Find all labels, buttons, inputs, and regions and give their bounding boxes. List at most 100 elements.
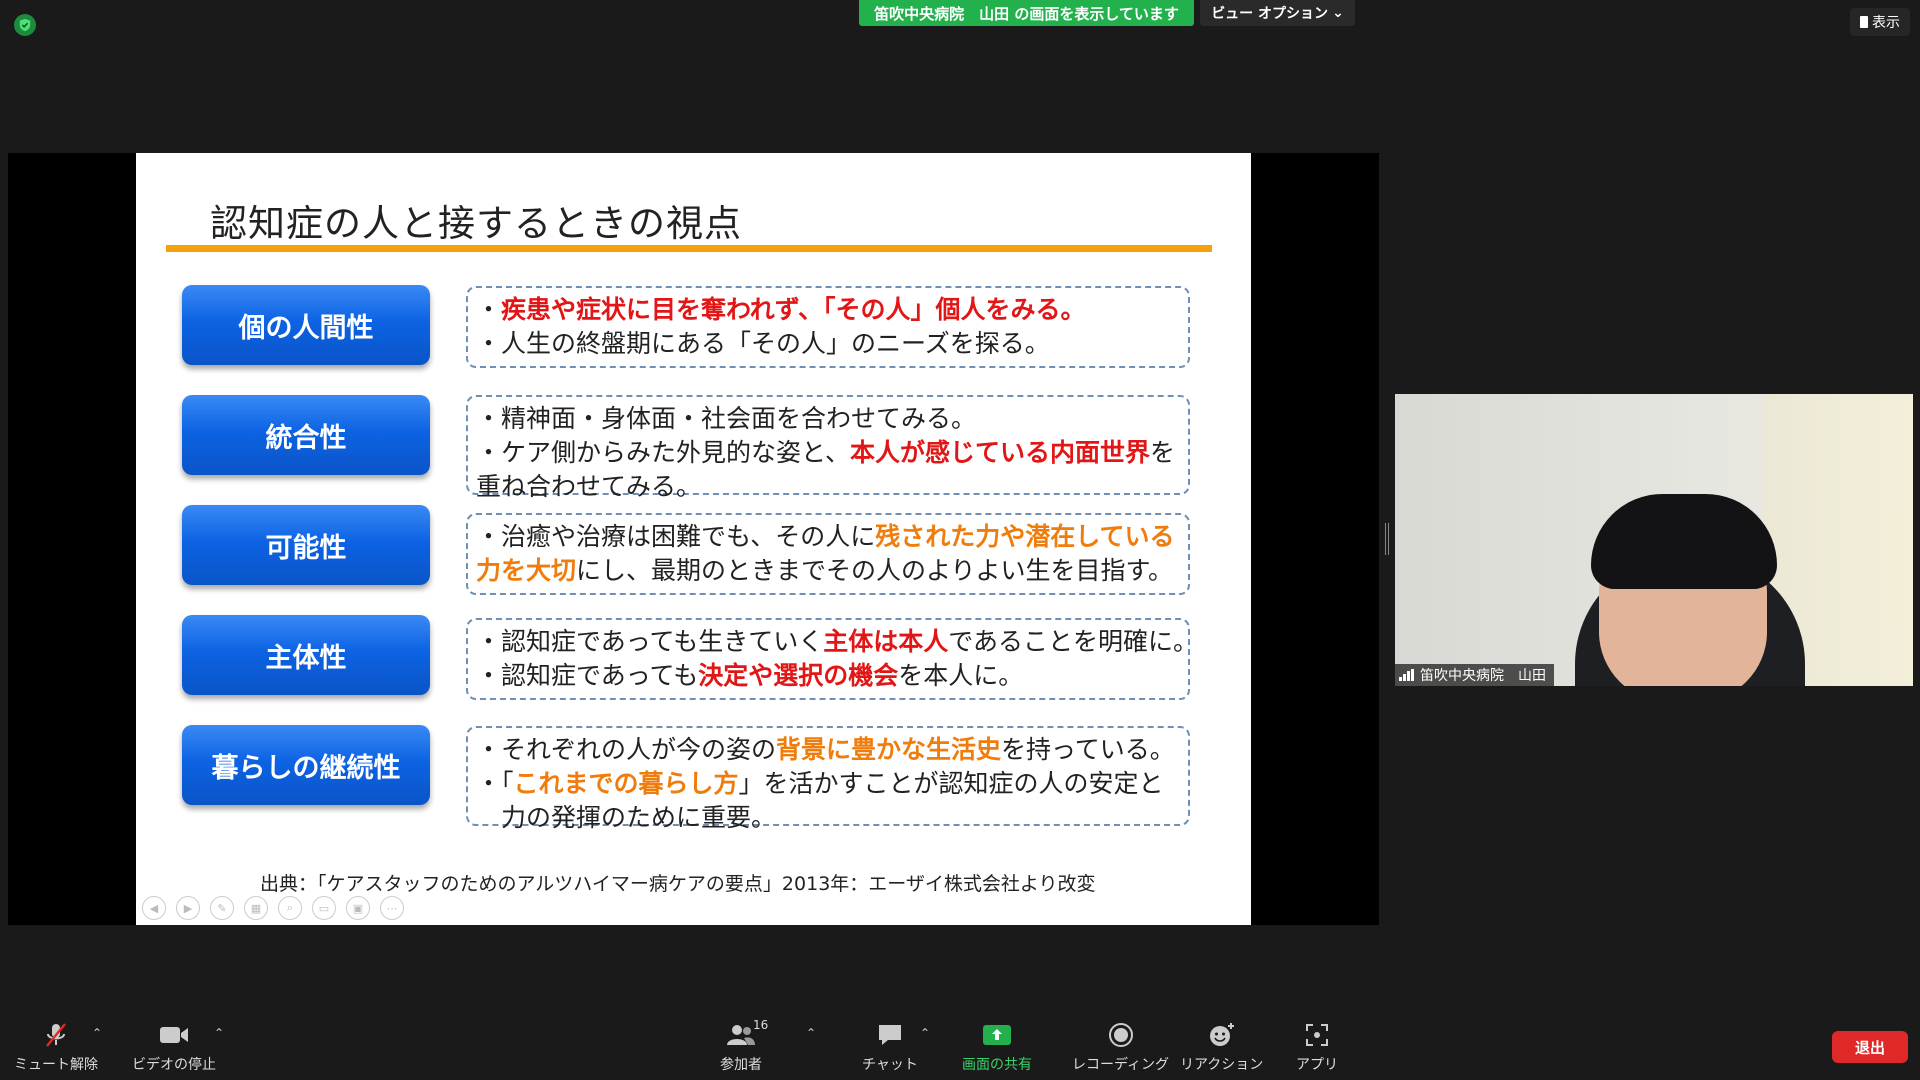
emphasis-text: 決定や選択の機会: [698, 661, 899, 690]
participants-label: 参加者: [720, 1057, 762, 1073]
description-line: 力の発揮のために重要。: [476, 801, 1180, 835]
description-line: ・それぞれの人が今の姿の背景に豊かな生活史を持っている。: [476, 733, 1180, 767]
stop-video-label: ビデオの停止: [132, 1057, 216, 1073]
category-label-2: 統合性: [182, 395, 430, 475]
body-text: ・治癒や治療は困難でも、その人に: [476, 522, 876, 551]
emphasis-text: 主体は本人: [823, 627, 949, 656]
description-line: ・精神面・身体面・社会面を合わせてみる。: [476, 402, 1180, 436]
smiley-plus-icon: [1205, 1020, 1239, 1050]
view-options-label: ビュー オプション: [1211, 6, 1329, 22]
participants-count: 16: [753, 1018, 769, 1032]
video-camera-icon: [157, 1020, 191, 1050]
participant-name: 笛吹中央病院 山田: [1420, 668, 1546, 684]
body-text: を持っている。: [1001, 735, 1175, 764]
participant-hair: [1591, 494, 1777, 589]
next-slide-icon[interactable]: ▶: [176, 896, 200, 920]
panel-icon: [1860, 16, 1868, 28]
description-line: ・「これまでの暮らし方」を活かすことが認知症の人の安定と: [476, 767, 1180, 801]
slides-grid-icon[interactable]: ▦: [244, 896, 268, 920]
view-button[interactable]: 表示: [1850, 8, 1910, 36]
category-description-2: ・精神面・身体面・社会面を合わせてみる。 ・ケア側からみた外見的な姿と、本人が感じ…: [466, 395, 1190, 501]
view-options-menu[interactable]: ビュー オプション ⌄: [1200, 0, 1355, 26]
apps-button[interactable]: アプリ: [1296, 1020, 1338, 1074]
chat-label: チャット: [862, 1057, 918, 1073]
unmute-label: ミュート解除: [14, 1057, 98, 1073]
stop-video-button[interactable]: ビデオの停止: [132, 1020, 216, 1074]
emphasis-text: 力を大切: [476, 556, 577, 585]
reactions-button[interactable]: リアクション: [1180, 1020, 1263, 1074]
subtitle-icon[interactable]: ▭: [312, 896, 336, 920]
emphasis-text: 疾患や症状に目を奪われず、「その人」個人をみる。: [501, 295, 1086, 324]
participants-icon: 16: [724, 1018, 768, 1050]
body-text: 」を活かすことが認知症の人の安定と: [738, 769, 1164, 798]
description-line: ・ケア側からみた外見的な姿と、本人が感じている内面世界を: [476, 436, 1180, 470]
share-screen-label: 画面の共有: [962, 1057, 1032, 1073]
pen-icon[interactable]: ✎: [210, 896, 234, 920]
chat-bubble-icon: [873, 1020, 907, 1050]
shared-screen: 認知症の人と接するときの視点 個の人間性 ・疾患や症状に目を奪われず、「その人」個…: [8, 153, 1379, 925]
zoom-icon[interactable]: ⌕: [278, 896, 302, 920]
camera-icon[interactable]: ▣: [346, 896, 370, 920]
meeting-toolbar: ミュート解除 ⌃ ビデオの停止 ⌃ 16 参加者 ⌃ チャット ⌃ 画面の共有 …: [0, 1012, 1920, 1080]
description-line: ・疾患や症状に目を奪われず、「その人」個人をみる。: [476, 293, 1180, 327]
audio-options-caret-icon[interactable]: ⌃: [92, 1026, 102, 1040]
apps-label: アプリ: [1296, 1057, 1338, 1073]
share-screen-button[interactable]: 画面の共有: [962, 1020, 1032, 1074]
title-divider: [166, 245, 1212, 252]
participant-name-tag: 笛吹中央病院 山田: [1395, 664, 1554, 686]
category-description-1: ・疾患や症状に目を奪われず、「その人」個人をみる。 ・人生の終盤期にある「その人」…: [466, 286, 1190, 368]
body-text: ・「: [476, 769, 514, 798]
slide-source-citation: 出典：「ケアスタッフのためのアルツハイマー病ケアの要点」2013年：エーザイ株式…: [260, 873, 1096, 895]
microphone-muted-icon: [39, 1020, 73, 1050]
description-line: ・認知症であっても生きていく主体は本人であることを明確に。: [476, 625, 1198, 659]
reactions-label: リアクション: [1180, 1057, 1264, 1073]
chat-button[interactable]: チャット: [862, 1020, 918, 1074]
body-text: を: [1150, 438, 1176, 467]
share-screen-icon: [980, 1020, 1014, 1050]
body-text: ・: [476, 295, 502, 324]
body-text: であることを明確に。: [948, 627, 1199, 656]
more-icon[interactable]: ⋯: [380, 896, 404, 920]
body-text: ・認知症であっても生きていく: [476, 627, 824, 656]
category-description-3: ・治癒や治療は困難でも、その人に残された力や潜在している 力を大切にし、最期のとき…: [466, 513, 1190, 595]
participants-button[interactable]: 16 参加者: [720, 1018, 768, 1074]
description-line: 重ね合わせてみる。: [476, 470, 1180, 504]
description-line: ・人生の終盤期にある「その人」のニーズを探る。: [476, 327, 1180, 361]
chat-caret-icon[interactable]: ⌃: [920, 1026, 930, 1040]
presentation-slide: 認知症の人と接するときの視点 個の人間性 ・疾患や症状に目を奪われず、「その人」個…: [136, 153, 1251, 925]
category-label-5: 暮らしの継続性: [182, 725, 430, 805]
body-text: ・精神面・身体面・社会面を合わせてみる。: [476, 404, 977, 433]
video-options-caret-icon[interactable]: ⌃: [214, 1026, 224, 1040]
emphasis-text: 残された力や潜在している: [875, 522, 1175, 551]
chevron-down-icon: ⌄: [1332, 5, 1344, 21]
signal-strength-icon: [1399, 669, 1414, 681]
apps-icon: [1300, 1020, 1334, 1050]
participants-caret-icon[interactable]: ⌃: [806, 1026, 816, 1040]
panel-resize-handle[interactable]: [1385, 523, 1389, 555]
body-text: にし、最期のときまでその人のよりよい生を目指す。: [576, 556, 1174, 585]
view-button-label: 表示: [1872, 15, 1900, 31]
encryption-shield-icon[interactable]: [14, 14, 36, 36]
slide-controls: ◀ ▶ ✎ ▦ ⌕ ▭ ▣ ⋯: [142, 896, 404, 920]
category-label-3: 可能性: [182, 505, 430, 585]
body-text: ・ケア側からみた外見的な姿と、: [476, 438, 851, 467]
description-line: ・治癒や治療は困難でも、その人に残された力や潜在している: [476, 520, 1180, 554]
prev-slide-icon[interactable]: ◀: [142, 896, 166, 920]
record-label: レコーディング: [1072, 1057, 1170, 1073]
category-label-4: 主体性: [182, 615, 430, 695]
body-text: ・それぞれの人が今の姿の: [476, 735, 777, 764]
leave-meeting-button[interactable]: 退出: [1832, 1031, 1908, 1063]
emphasis-text: 本人が感じている内面世界: [850, 438, 1151, 467]
body-text: 重ね合わせてみる。: [476, 472, 702, 501]
emphasis-text: 背景に豊かな生活史: [776, 735, 1002, 764]
slide-title: 認知症の人と接するときの視点: [210, 202, 742, 245]
screen-share-banner: 笛吹中央病院 山田 の画面を表示しています: [859, 0, 1194, 26]
emphasis-text: これまでの暮らし方: [513, 769, 739, 798]
participant-video-tile[interactable]: 笛吹中央病院 山田: [1395, 394, 1913, 686]
body-text: ・認知症であっても: [476, 661, 699, 690]
category-label-1: 個の人間性: [182, 285, 430, 365]
unmute-button[interactable]: ミュート解除: [14, 1020, 98, 1074]
category-description-5: ・それぞれの人が今の姿の背景に豊かな生活史を持っている。 ・「これまでの暮らし方」…: [466, 726, 1190, 832]
body-text: 力の発揮のために重要。: [476, 803, 777, 832]
record-button[interactable]: レコーディング: [1072, 1020, 1169, 1074]
